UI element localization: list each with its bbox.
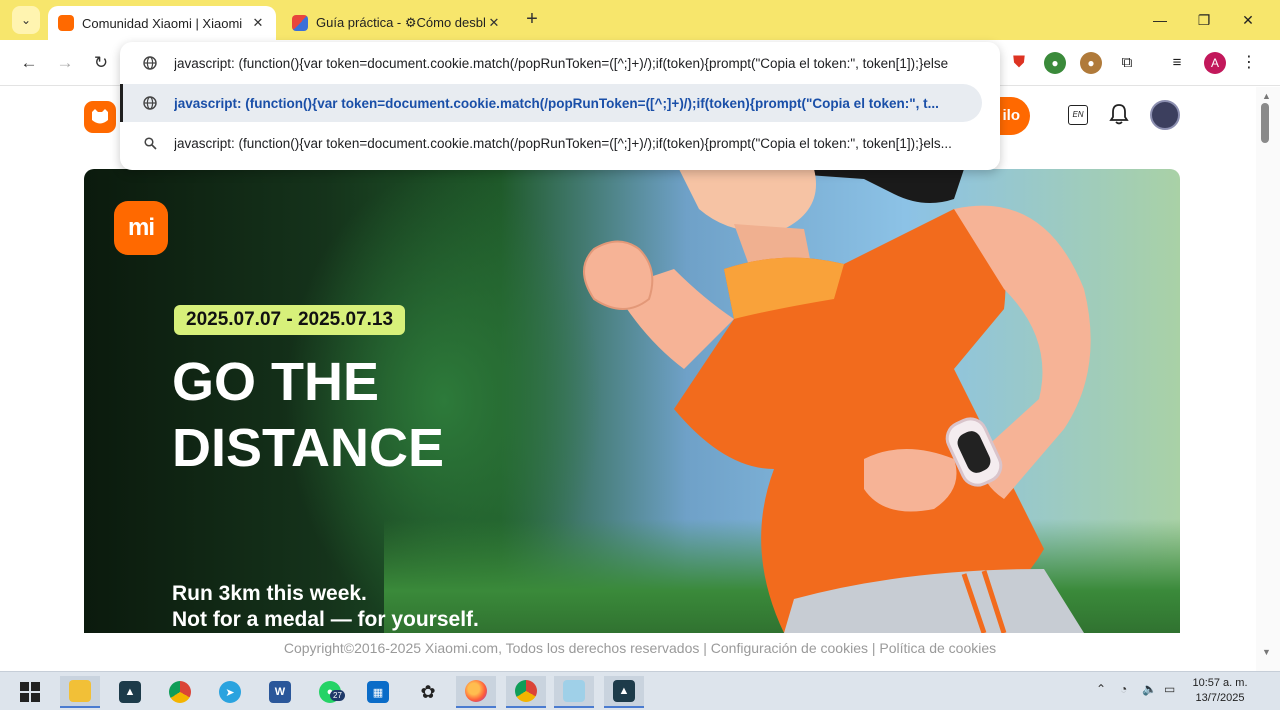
headline-line-2: DISTANCE	[172, 418, 445, 478]
suggestion-text: javascript: (function(){var token=docume…	[174, 95, 939, 111]
tab-guia-practica[interactable]: Guía práctica - ⚙Cómo desblo ✕	[282, 6, 512, 40]
suggestion-text: javascript: (function(){var token=docume…	[174, 135, 952, 151]
tab-title: Guía práctica - ⚙Cómo desblo	[316, 15, 486, 30]
scroll-thumb[interactable]	[1261, 103, 1269, 143]
volume-icon[interactable]: 🔈	[1142, 682, 1157, 696]
subtitle-line-2: Not for a medal — for yourself.	[172, 608, 479, 631]
tab-title: Comunidad Xiaomi | Xiaomi	[82, 15, 243, 31]
omnibox-input-text: javascript: (function(){var token=docume…	[174, 55, 949, 71]
reload-icon: ↻	[93, 53, 109, 72]
minimize-button[interactable]: —	[1138, 6, 1182, 34]
puzzle-extensions-icon[interactable]: ⧉	[1116, 52, 1138, 74]
browser-title-bar: ⌄ Comunidad Xiaomi | Xiaomi ✕ Guía práct…	[0, 0, 1280, 40]
back-button[interactable]: ←	[16, 50, 42, 76]
taskbar-filmora[interactable]: ▲	[110, 676, 150, 708]
windows-logo-icon	[20, 682, 40, 702]
filmora-icon: ▲	[119, 681, 141, 703]
cookie-extension-icon[interactable]: ●	[1080, 52, 1102, 74]
selection-indicator	[120, 84, 123, 122]
notification-badge: 27	[330, 690, 345, 701]
headline-line-1: GO THE	[172, 352, 380, 412]
windows-taskbar: ▲ ➤ W ● 27 ▦ ✿ ▲ ⌃ ◔ 🔈 ▭ 10:57 a. m. 13/…	[0, 671, 1280, 710]
subtitle-line-1: Run 3km this week.	[172, 582, 367, 605]
forward-button[interactable]: →	[52, 50, 78, 76]
chrome-icon	[169, 681, 191, 703]
globe-icon	[142, 55, 158, 71]
new-tab-button[interactable]: +	[520, 8, 544, 32]
menu-kebab-icon[interactable]: ⋮	[1238, 52, 1260, 74]
event-date-range: 2025.07.07 - 2025.07.13	[174, 305, 406, 335]
xiaomi-favicon-icon	[58, 15, 74, 31]
firefox-icon	[465, 680, 487, 702]
folder-icon	[69, 680, 91, 702]
shield-extension-icon[interactable]: ⛊	[1008, 52, 1030, 74]
language-en-icon[interactable]: EN	[1068, 105, 1088, 125]
clock-time: 10:57 a. m.	[1192, 677, 1248, 689]
mi-brand-logo: mi	[114, 201, 168, 255]
notepad-icon	[563, 680, 585, 702]
word-icon: W	[269, 681, 291, 703]
clock-date: 13/7/2025	[1195, 692, 1245, 704]
wifi-icon[interactable]: ◔	[1120, 682, 1127, 696]
arrow-right-icon: →	[56, 53, 74, 72]
search-icon	[142, 135, 158, 151]
close-tab-icon[interactable]: ✕	[250, 15, 266, 31]
banner-headline: GO THE DISTANCE	[172, 349, 444, 481]
omnibox-dropdown: javascript: (function(){var token=docume…	[120, 42, 1000, 170]
taskbar-filmora-2[interactable]: ▲	[604, 676, 644, 708]
taskbar-chatgpt[interactable]: ✿	[408, 676, 448, 708]
chrome-profile-icon	[515, 680, 537, 702]
start-button[interactable]	[10, 676, 50, 708]
hero-banner[interactable]: mi 2025.07.07 - 2025.07.13 GO THE DISTAN…	[84, 169, 1180, 633]
page-footer: Copyright©2016-2025 Xiaomi.com, Todos lo…	[283, 640, 997, 656]
system-clock[interactable]: 10:57 a. m. 13/7/2025	[1190, 676, 1250, 706]
banner-subtitle: Run 3km this week. Not for a medal — for…	[172, 581, 479, 633]
taskbar-whatsapp[interactable]: ● 27	[310, 676, 350, 708]
media-control-icon[interactable]: ≡	[1166, 52, 1188, 74]
tab-search-button[interactable]: ⌄	[12, 6, 40, 34]
maximize-button[interactable]: ❐	[1182, 6, 1226, 34]
filmora-icon: ▲	[613, 680, 635, 702]
guide-favicon-icon	[292, 15, 308, 31]
profile-avatar[interactable]: A	[1204, 52, 1226, 74]
battery-icon[interactable]: ▭	[1164, 682, 1175, 696]
chevron-down-icon: ⌄	[20, 13, 32, 27]
taskbar-chrome-profile[interactable]	[506, 676, 546, 708]
scroll-up-icon[interactable]: ▲	[1262, 91, 1271, 101]
tab-comunidad-xiaomi[interactable]: Comunidad Xiaomi | Xiaomi ✕	[48, 6, 276, 40]
taskbar-notepad[interactable]	[554, 676, 594, 708]
taskbar-store[interactable]: ▦	[358, 676, 398, 708]
omnibox-suggestion-1[interactable]: javascript: (function(){var token=docume…	[120, 84, 982, 122]
user-avatar[interactable]	[1150, 100, 1180, 130]
arrow-left-icon: ←	[20, 53, 38, 72]
runner-illustration	[583, 169, 1091, 633]
taskbar-telegram[interactable]: ➤	[210, 676, 250, 708]
xiaomi-community-logo[interactable]	[84, 101, 116, 133]
globe-icon	[142, 95, 158, 111]
taskbar-firefox[interactable]	[456, 676, 496, 708]
reload-button[interactable]: ↻	[88, 50, 114, 76]
omnibox-suggestion-2[interactable]: javascript: (function(){var token=docume…	[120, 124, 1000, 162]
omnibox-input[interactable]: javascript: (function(){var token=docume…	[120, 44, 1000, 82]
close-tab-icon[interactable]: ✕	[486, 15, 502, 31]
chatgpt-icon: ✿	[420, 681, 436, 702]
telegram-icon: ➤	[219, 681, 241, 703]
taskbar-chrome[interactable]	[160, 676, 200, 708]
taskbar-word[interactable]: W	[260, 676, 300, 708]
scroll-down-icon[interactable]: ▼	[1262, 647, 1271, 657]
taskbar-file-explorer[interactable]	[60, 676, 100, 708]
notification-bell-icon[interactable]	[1108, 103, 1130, 127]
tray-expand-icon[interactable]: ⌃	[1096, 682, 1106, 696]
store-icon: ▦	[367, 681, 389, 703]
globe-extension-icon[interactable]: ●	[1044, 52, 1066, 74]
close-window-button[interactable]: ✕	[1226, 6, 1270, 34]
page-scrollbar[interactable]: ▲ ▼	[1256, 87, 1280, 671]
